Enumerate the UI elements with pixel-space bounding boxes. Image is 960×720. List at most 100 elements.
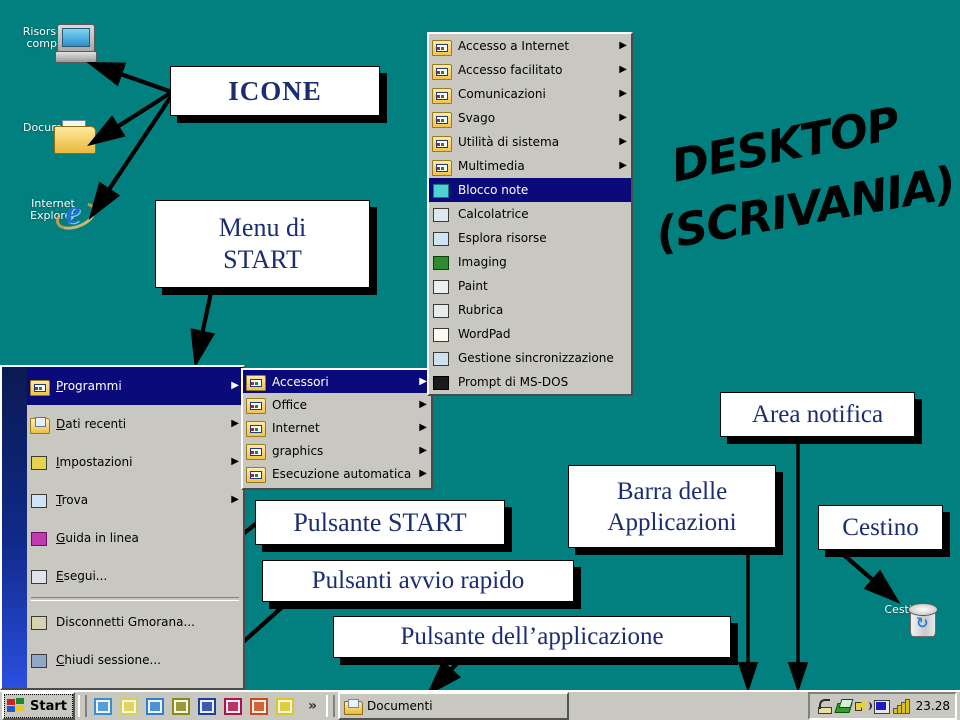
quick-launch-media-key[interactable] <box>222 696 244 717</box>
menu-item-label: Guida in linea <box>56 531 139 545</box>
start-button[interactable]: Start <box>2 692 75 720</box>
programs-menu-item[interactable]: Accessori ▶ <box>243 370 431 393</box>
programs-menu-item[interactable]: Esecuzione automatica ▶ <box>243 462 431 485</box>
submenu-arrow-icon: ▶ <box>419 375 427 387</box>
submenu-arrow-icon: ▶ <box>619 40 627 51</box>
submenu-arrow-icon: ▶ <box>231 380 239 391</box>
submenu-arrow-icon: ▶ <box>419 398 427 410</box>
programs-menu-item[interactable]: Internet ▶ <box>243 416 431 439</box>
taskbar-grip[interactable] <box>326 695 336 717</box>
slide-canvas: Risorse del computer Documenti e Interne… <box>0 0 960 720</box>
signal-icon[interactable] <box>892 698 910 714</box>
start-menu-item[interactable]: Guida in linea <box>27 519 243 557</box>
shutdown-icon <box>30 652 49 669</box>
submenu-arrow-icon: ▶ <box>419 467 427 479</box>
search-icon <box>30 492 49 509</box>
menu-item-label: Utilità di sistema <box>458 135 560 149</box>
start-menu-item[interactable]: Esegui... <box>27 557 243 595</box>
quick-launch-euro-converter[interactable] <box>274 696 296 717</box>
submenu-arrow-icon: ▶ <box>619 136 627 147</box>
logoff-key-icon <box>30 614 49 631</box>
taskbar-clock[interactable]: 23.28 <box>916 699 950 713</box>
accessories-menu-item[interactable]: Calcolatrice <box>429 202 631 226</box>
accessories-menu-item[interactable]: Utilità di sistema ▶ <box>429 130 631 154</box>
quick-launch-outlook-clock[interactable] <box>170 696 192 717</box>
programs-folder-icon <box>30 378 50 396</box>
menu-item-label: Disconnetti Gmorana... <box>56 615 195 629</box>
callout-icone: ICONE <box>170 66 380 116</box>
quick-launch-powerpoint[interactable] <box>248 696 270 717</box>
accessories-menu-item[interactable]: Svago ▶ <box>429 106 631 130</box>
start-menu-item[interactable]: Dati recenti ▶ <box>27 405 243 443</box>
accessories-menu-item[interactable]: Paint <box>429 274 631 298</box>
menu-item-label: Accesso facilitato <box>458 63 563 77</box>
start-menu-item[interactable]: Chiudi sessione... <box>27 641 243 679</box>
callout-cestino: Cestino <box>818 505 943 550</box>
accessories-menu-item[interactable]: Accesso facilitato ▶ <box>429 58 631 82</box>
callout-pulsanti-avvio-rapido: Pulsanti avvio rapido <box>262 560 574 602</box>
start-menu-item[interactable]: Impostazioni ▶ <box>27 443 243 481</box>
help-book-icon <box>30 530 49 547</box>
accessories-menu-item[interactable]: Multimedia ▶ <box>429 154 631 178</box>
volume-icon[interactable] <box>854 698 872 714</box>
menu-item-label: Comunicazioni <box>458 87 546 101</box>
folder-icon <box>432 86 452 104</box>
accessories-menu-item[interactable]: Comunicazioni ▶ <box>429 82 631 106</box>
programs-submenu[interactable]: Accessori ▶ Office ▶ Internet ▶ graphics ▶ Esecu… <box>241 368 433 490</box>
menu-item-label: graphics <box>272 443 324 458</box>
start-menu-item[interactable]: Disconnetti Gmorana... <box>27 603 243 641</box>
quick-launch-overflow-chevron[interactable]: » <box>308 698 317 714</box>
accessories-menu-item[interactable]: Blocco note <box>429 178 631 202</box>
accessories-submenu[interactable]: Accesso a Internet ▶ Accesso facilitato ▶ Co… <box>427 32 633 396</box>
explorer-icon <box>432 230 451 247</box>
quick-launch-microsoft-word[interactable] <box>196 696 218 717</box>
accessories-menu-item[interactable]: WordPad <box>429 322 631 346</box>
quick-launch-show-desktop[interactable] <box>92 696 114 717</box>
address-book-icon <box>432 302 451 319</box>
accessories-menu-item[interactable]: Prompt di MS-DOS <box>429 370 631 394</box>
start-menu[interactable]: Windows Me Millennium Edition Programmi ▶… <box>0 365 245 690</box>
programs-menu-item[interactable]: Office ▶ <box>243 393 431 416</box>
menu-item-label: Calcolatrice <box>458 207 529 221</box>
imaging-icon <box>432 254 451 271</box>
menu-item-label: Office <box>272 397 308 412</box>
quick-launch-internet-explorer[interactable] <box>144 696 166 717</box>
submenu-arrow-icon: ▶ <box>619 88 627 99</box>
desktop-icon-internet-explorer[interactable]: e Internet Explorer <box>10 196 100 235</box>
programs-menu-item[interactable]: graphics ▶ <box>243 439 431 462</box>
quick-launch-search-web[interactable] <box>118 696 140 717</box>
modem-icon[interactable] <box>816 698 833 714</box>
accessories-menu-item[interactable]: Rubrica <box>429 298 631 322</box>
menu-item-label: Dati recenti <box>56 417 127 431</box>
start-menu-item[interactable]: Programmi ▶ <box>27 367 243 405</box>
accessories-menu-item[interactable]: Esplora risorse <box>429 226 631 250</box>
wordart-desktop-scrivania: DESKTOP (SCRIVANIA) <box>652 97 959 285</box>
accessories-menu-item[interactable]: Accesso a Internet ▶ <box>429 34 631 58</box>
folder-icon <box>432 38 452 56</box>
sync-icon <box>432 350 451 367</box>
menu-item-label: Accesso a Internet <box>458 39 570 53</box>
taskbar-grip[interactable] <box>77 695 87 717</box>
callout-text: Cestino <box>842 513 919 541</box>
accessories-menu-item[interactable]: Gestione sincronizzazione <box>429 346 631 370</box>
folder-documents-icon <box>344 699 364 715</box>
submenu-arrow-icon: ▶ <box>619 64 627 75</box>
menu-item-label: Imaging <box>458 255 507 269</box>
callout-text: Area notifica <box>751 400 884 428</box>
documents-folder-icon <box>30 416 50 434</box>
menu-item-label: Paint <box>458 279 488 293</box>
accessories-menu-item[interactable]: Imaging <box>429 250 631 274</box>
network-icon[interactable] <box>834 698 854 714</box>
paint-icon <box>432 278 451 295</box>
display-icon[interactable] <box>873 698 890 714</box>
menu-item-label: Svago <box>458 111 496 125</box>
windows-flag-icon <box>7 698 26 714</box>
desktop-icon-documents[interactable]: Documenti <box>10 120 96 154</box>
menu-item-label: WordPad <box>458 327 511 341</box>
submenu-arrow-icon: ▶ <box>231 494 239 505</box>
desktop-icon-recycle-bin[interactable]: ↻ Cestino <box>862 602 948 637</box>
start-menu-item[interactable]: Trova ▶ <box>27 481 243 519</box>
desktop-icon-my-computer[interactable]: Risorse del computer <box>10 24 97 63</box>
callout-text: Pulsante dell’applicazione <box>400 623 664 650</box>
task-button-documenti[interactable]: Documenti <box>338 692 570 720</box>
